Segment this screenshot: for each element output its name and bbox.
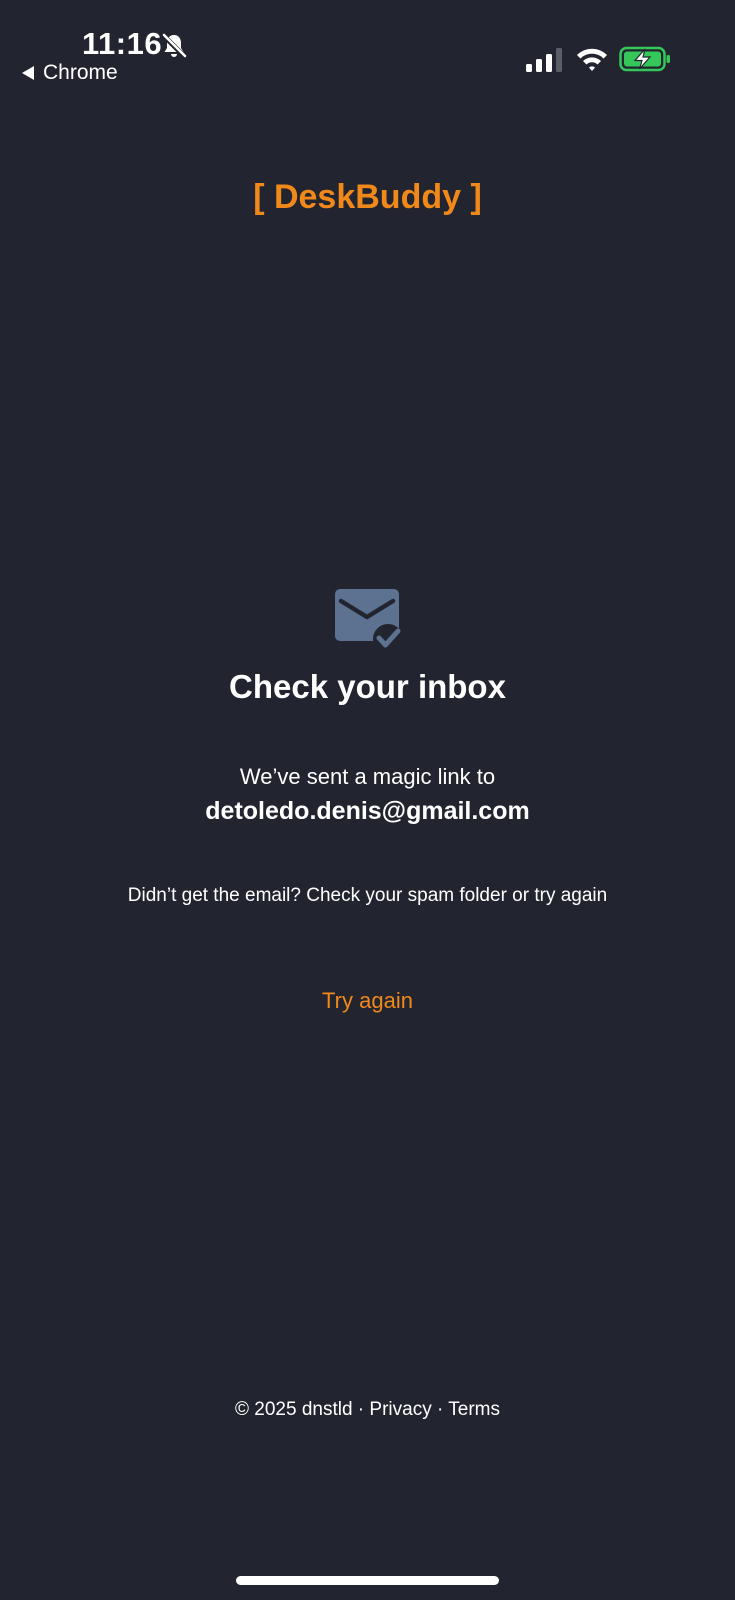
footer-separator: · [431,1399,449,1420]
brand-logo: [ DeskBuddy ] [253,178,482,216]
status-time: 11:16 [82,26,163,61]
back-to-app-button[interactable]: Chrome [22,61,118,85]
back-app-label: Chrome [43,61,118,84]
battery-charging-icon [619,46,670,72]
help-text: Didn’t get the email? Check your spam fo… [127,885,608,906]
email-address: detoledo.denis@gmail.com [205,797,530,825]
mail-check-icon [335,589,403,651]
page-title: Check your inbox [229,668,506,705]
back-arrow-icon [22,66,34,80]
footer: © 2025 dnstld · Privacy · Terms [0,1399,735,1421]
footer-separator: · [352,1399,370,1420]
wifi-icon [577,48,607,71]
signal-icon [526,48,562,72]
bell-off-icon [161,33,187,59]
terms-link[interactable]: Terms [448,1399,500,1420]
try-again-button[interactable]: Try again [0,988,735,1014]
home-indicator[interactable] [236,1576,499,1585]
sent-message: We’ve sent a magic link to [239,764,496,789]
magic-link-screen: 11:16 Chrome [ DeskBuddy ] Check your in… [0,0,735,1600]
copyright-text: © 2025 dnstld [235,1399,353,1420]
privacy-link[interactable]: Privacy [369,1399,431,1420]
